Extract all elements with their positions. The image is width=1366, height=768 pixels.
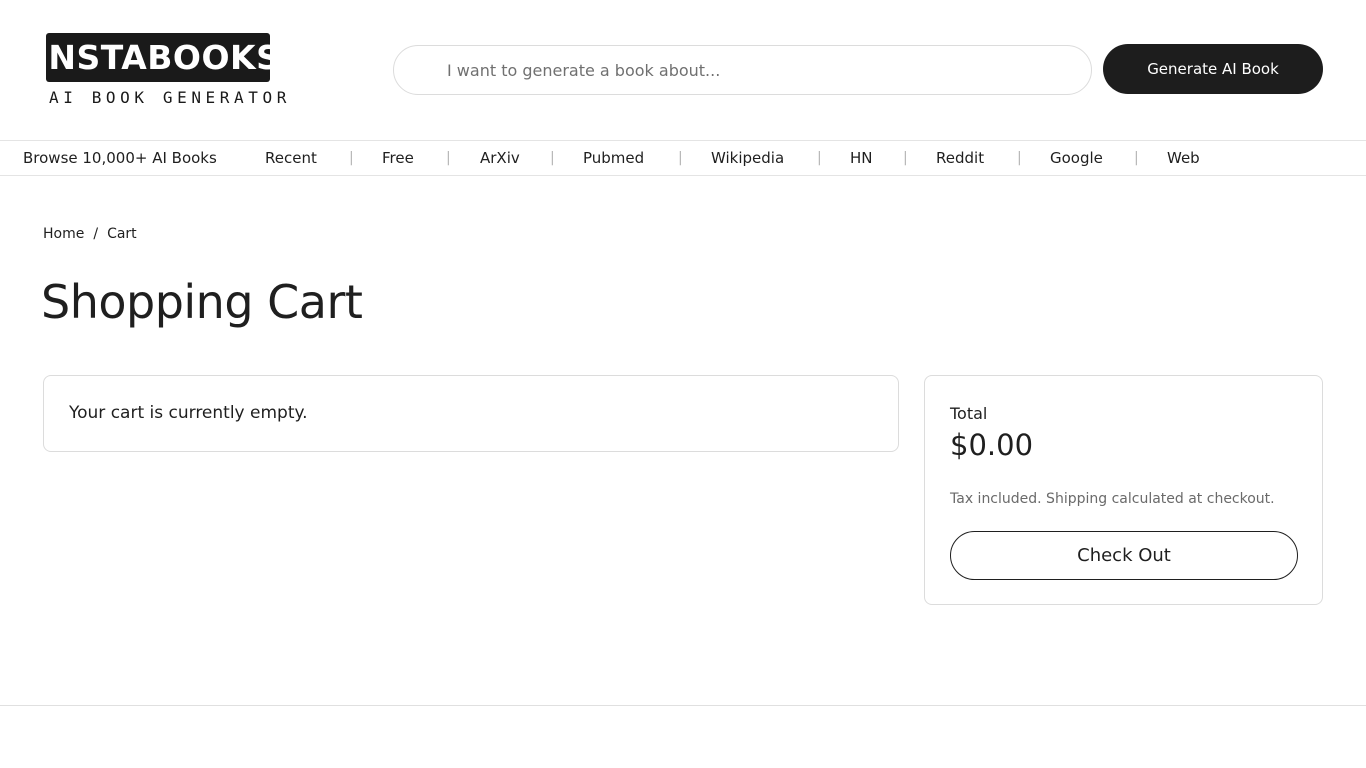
nav-separator: |: [817, 150, 822, 166]
nav-separator: |: [349, 150, 354, 166]
book-topic-search-input[interactable]: [393, 45, 1092, 95]
nav-item-free[interactable]: Free: [382, 141, 414, 175]
generate-ai-book-button[interactable]: Generate AI Book: [1103, 44, 1323, 94]
nav-item-recent[interactable]: Recent: [265, 141, 317, 175]
total-amount: $0.00: [950, 428, 1034, 462]
nav-item-pubmed[interactable]: Pubmed: [583, 141, 644, 175]
nav-separator: |: [678, 150, 683, 166]
site-header: INSTABOOKS AI BOOK GENERATOR Generate AI…: [0, 0, 1366, 140]
footer-divider: [0, 705, 1366, 706]
nav-item-google[interactable]: Google: [1050, 141, 1103, 175]
check-out-button[interactable]: Check Out: [950, 531, 1298, 580]
nav-item-web[interactable]: Web: [1167, 141, 1200, 175]
breadcrumb-current: Cart: [107, 226, 137, 242]
tax-shipping-note: Tax included. Shipping calculated at che…: [950, 491, 1275, 507]
nav-separator: |: [1134, 150, 1139, 166]
cart-empty-message: Your cart is currently empty.: [69, 403, 308, 423]
nav-item-wikipedia[interactable]: Wikipedia: [711, 141, 784, 175]
nav-item-hn[interactable]: HN: [850, 141, 873, 175]
nav-separator: |: [903, 150, 908, 166]
nav-browse-link[interactable]: Browse 10,000+ AI Books: [23, 141, 217, 175]
cart-items-panel: Your cart is currently empty.: [43, 375, 899, 452]
breadcrumb-separator: /: [93, 226, 99, 242]
nav-item-arxiv[interactable]: ArXiv: [480, 141, 520, 175]
breadcrumb-home-link[interactable]: Home: [43, 226, 84, 242]
category-nav-bar: Browse 10,000+ AI Books Recent | Free | …: [0, 140, 1366, 176]
instabooks-logo[interactable]: INSTABOOKS AI BOOK GENERATOR: [36, 33, 291, 109]
order-summary-panel: Total $0.00 Tax included. Shipping calcu…: [924, 375, 1323, 605]
nav-separator: |: [1017, 150, 1022, 166]
logo-subtitle: AI BOOK GENERATOR: [49, 88, 291, 107]
logo-title: INSTABOOKS: [35, 38, 281, 77]
total-label: Total: [950, 404, 988, 423]
nav-item-reddit[interactable]: Reddit: [936, 141, 984, 175]
logo-wordmark-box: INSTABOOKS: [36, 33, 280, 82]
nav-separator: |: [550, 150, 555, 166]
breadcrumb: Home / Cart: [43, 226, 137, 242]
page-title: Shopping Cart: [41, 275, 363, 329]
nav-separator: |: [446, 150, 451, 166]
